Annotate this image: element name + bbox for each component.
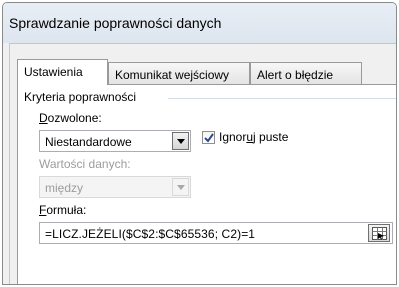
allow-dropdown[interactable]: Niestandardowe — [39, 130, 191, 152]
formula-label-text: ormuła: — [46, 203, 87, 217]
ignore-blank-checkbox[interactable] — [202, 131, 215, 144]
tab-settings-label: Ustawienia — [24, 65, 83, 79]
allow-label-accel: D — [39, 111, 48, 125]
settings-panel: Kryteria poprawności Dozwolone: Niestand… — [17, 84, 396, 284]
allow-label-text: ozwolone: — [47, 111, 102, 125]
range-select-button[interactable] — [368, 224, 390, 242]
allow-value: Niestandardowe — [45, 135, 132, 149]
tab-settings[interactable]: Ustawienia — [17, 59, 108, 85]
formula-value: =LICZ.JEŻELI($C$2:$C$65536; C2)=1 — [45, 227, 256, 241]
data-value: między — [45, 181, 84, 195]
dialog-client-area: Ustawienia Komunikat wejściowy Alert o b… — [9, 43, 396, 284]
data-dropdown[interactable]: między — [39, 176, 191, 198]
ignore-blank-label-pre: Ignor — [219, 130, 247, 144]
checkmark-icon — [204, 133, 214, 143]
tab-error-alert[interactable]: Alert o błędzie — [250, 62, 362, 85]
title-bar[interactable]: Sprawdzanie poprawności danych — [3, 3, 396, 43]
tab-input-message-label: Komunikat wejściowy — [115, 68, 230, 82]
allow-dropdown-button[interactable] — [172, 132, 189, 150]
data-dropdown-button[interactable] — [172, 178, 189, 196]
range-select-icon — [372, 227, 387, 240]
group-divider — [168, 98, 396, 99]
dialog-title: Sprawdzanie poprawności danych — [9, 15, 222, 31]
formula-input[interactable]: =LICZ.JEŻELI($C$2:$C$65536; C2)=1 — [39, 222, 393, 244]
criteria-group-label: Kryteria poprawności — [24, 90, 137, 104]
chevron-down-icon — [177, 185, 185, 190]
tab-input-message[interactable]: Komunikat wejściowy — [108, 62, 250, 85]
formula-label: Formuła: — [39, 203, 86, 217]
ignore-blank-label[interactable]: Ignoruj puste — [219, 130, 288, 144]
ignore-blank-label-post: j puste — [253, 130, 289, 144]
data-validation-dialog: Sprawdzanie poprawności danych Ustawieni… — [2, 2, 397, 285]
tab-error-alert-label: Alert o błędzie — [257, 68, 334, 82]
chevron-down-icon — [177, 139, 185, 144]
data-label: Wartości danych: — [39, 157, 131, 171]
allow-label: Dozwolone: — [39, 111, 102, 125]
